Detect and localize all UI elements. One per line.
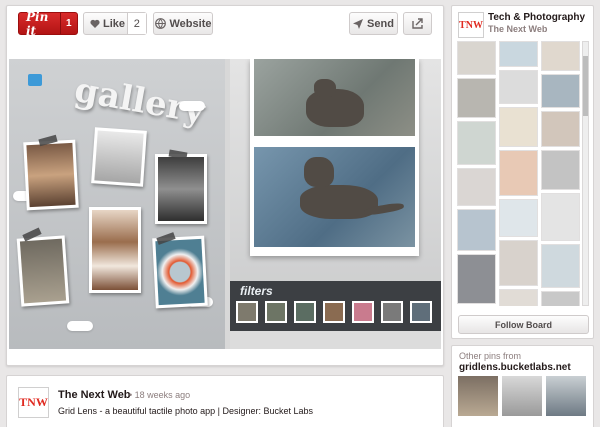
board-thumb[interactable] bbox=[499, 41, 538, 67]
pin-card: Pin it 1 Like 2 Website Send gallery fil… bbox=[6, 5, 444, 366]
tnw-avatar[interactable]: TNW bbox=[18, 387, 49, 418]
share-button[interactable] bbox=[403, 12, 432, 35]
filter-thumb[interactable] bbox=[265, 301, 287, 323]
pin-attribution: TNW The Next Web • 18 weeks ago Grid Len… bbox=[6, 375, 444, 427]
board-thumb[interactable] bbox=[541, 74, 580, 108]
board-thumb[interactable] bbox=[457, 209, 496, 251]
cat-photo-stack bbox=[250, 59, 419, 256]
board-thumb[interactable] bbox=[499, 240, 538, 286]
photo-frame-cat bbox=[16, 235, 70, 307]
share-arrow-icon bbox=[411, 18, 423, 29]
photo-toolbar bbox=[230, 331, 441, 349]
photo-frame-dogs bbox=[23, 139, 79, 211]
board-owner[interactable]: The Next Web bbox=[488, 24, 547, 34]
board-thumb[interactable] bbox=[541, 193, 580, 241]
photo-frame-sign bbox=[91, 127, 147, 187]
board-thumb[interactable] bbox=[457, 121, 496, 165]
pin-image[interactable]: gallery filters bbox=[9, 59, 441, 349]
follow-board-button[interactable]: Follow Board bbox=[458, 315, 589, 334]
pin-action-bar: Pin it 1 Like 2 Website Send bbox=[7, 6, 443, 44]
cat-photo-top bbox=[254, 59, 415, 136]
cloud-shape bbox=[179, 101, 205, 111]
other-pins-panel: Other pins from gridlens.bucketlabs.net bbox=[451, 345, 594, 427]
filter-thumb[interactable] bbox=[410, 301, 432, 323]
camera-icon bbox=[28, 74, 42, 86]
board-thumb[interactable] bbox=[541, 41, 580, 71]
pin-timestamp: • 18 weeks ago bbox=[129, 390, 191, 400]
pinner-name[interactable]: The Next Web bbox=[58, 389, 131, 401]
board-pin-grid bbox=[457, 41, 581, 306]
filters-label: filters bbox=[240, 284, 273, 298]
cloud-shape bbox=[67, 321, 93, 331]
photo-frame-lifebuoy bbox=[152, 235, 208, 309]
board-title[interactable]: Tech & Photography bbox=[488, 12, 585, 23]
like-button[interactable]: Like 2 bbox=[83, 12, 147, 35]
filters-bar: filters bbox=[230, 281, 441, 331]
board-thumb[interactable] bbox=[541, 291, 580, 306]
pin-it-button[interactable]: Pin it 1 bbox=[18, 9, 78, 38]
other-pins-source[interactable]: gridlens.bucketlabs.net bbox=[459, 362, 571, 373]
scrollbar-thumb[interactable] bbox=[583, 56, 588, 116]
send-button[interactable]: Send bbox=[349, 12, 398, 35]
website-button[interactable]: Website bbox=[153, 12, 213, 35]
board-avatar[interactable]: TNW bbox=[458, 12, 484, 38]
board-thumb[interactable] bbox=[499, 70, 538, 104]
board-thumb[interactable] bbox=[541, 111, 580, 147]
board-thumb[interactable] bbox=[457, 41, 496, 75]
pin-it-label: Pin it bbox=[26, 9, 49, 38]
filter-thumb[interactable] bbox=[323, 301, 345, 323]
other-pin-thumb[interactable] bbox=[546, 376, 586, 416]
paper-plane-icon bbox=[353, 18, 364, 29]
board-thumb[interactable] bbox=[541, 244, 580, 288]
pin-count: 1 bbox=[59, 13, 77, 34]
send-label: Send bbox=[367, 17, 394, 30]
photo-viewer-panel: filters bbox=[230, 59, 441, 349]
board-thumb[interactable] bbox=[499, 199, 538, 237]
other-pin-thumb[interactable] bbox=[458, 376, 498, 416]
board-thumb[interactable] bbox=[457, 254, 496, 304]
heart-icon bbox=[90, 19, 100, 28]
board-thumb[interactable] bbox=[457, 78, 496, 118]
filter-thumb[interactable] bbox=[352, 301, 374, 323]
filter-thumb[interactable] bbox=[381, 301, 403, 323]
like-label: Like bbox=[103, 17, 126, 30]
pin-description: Grid Lens - a beautiful tactile photo ap… bbox=[58, 406, 313, 416]
board-thumb[interactable] bbox=[499, 107, 538, 147]
board-scrollbar[interactable] bbox=[582, 41, 589, 306]
photo-frame-street bbox=[155, 154, 207, 224]
gallery-panel: gallery bbox=[9, 59, 225, 349]
globe-icon bbox=[154, 18, 166, 29]
board-thumb[interactable] bbox=[457, 168, 496, 206]
filter-thumb[interactable] bbox=[236, 301, 258, 323]
board-panel: TNW Tech & Photography The Next Web Foll… bbox=[451, 5, 594, 339]
website-label: Website bbox=[169, 17, 212, 30]
board-thumb[interactable] bbox=[541, 150, 580, 190]
board-thumb[interactable] bbox=[499, 289, 538, 306]
other-pin-thumb[interactable] bbox=[502, 376, 542, 416]
board-thumb[interactable] bbox=[499, 150, 538, 196]
like-count: 2 bbox=[126, 13, 146, 34]
filter-thumb[interactable] bbox=[294, 301, 316, 323]
cat-photo-bottom bbox=[254, 147, 415, 247]
photo-frame-puppy bbox=[89, 207, 141, 293]
other-pins-label: Other pins from bbox=[459, 351, 522, 361]
